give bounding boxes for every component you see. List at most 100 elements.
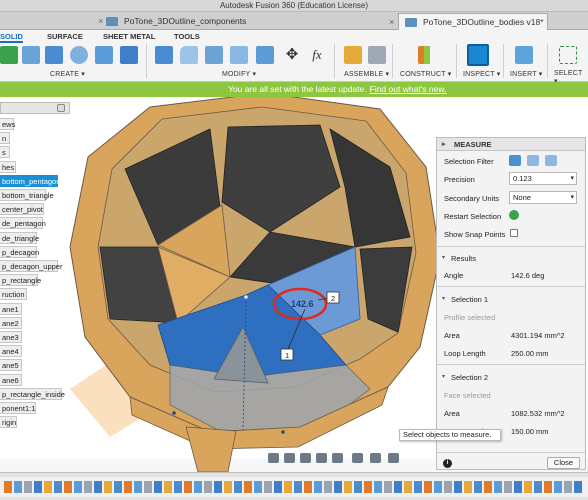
timeline-feature-icon[interactable] — [44, 481, 52, 493]
timeline-feature-icon[interactable] — [454, 481, 462, 493]
timeline-feature-icon[interactable] — [364, 481, 372, 493]
browser-item[interactable]: rigin — [0, 416, 17, 429]
timeline-feature-icon[interactable] — [214, 481, 222, 493]
look-at-icon[interactable] — [284, 453, 295, 463]
create-sketch-icon[interactable] — [22, 46, 40, 64]
timeline-feature-icon[interactable] — [104, 481, 112, 493]
browser-item[interactable]: de_pentagon — [0, 217, 46, 230]
timeline-feature-icon[interactable] — [484, 481, 492, 493]
selection-2-section[interactable]: ▾ Selection 2 — [442, 373, 488, 382]
timeline-feature-icon[interactable] — [424, 481, 432, 493]
shell-icon[interactable] — [230, 46, 248, 64]
timeline-feature-icon[interactable] — [294, 481, 302, 493]
timeline-feature-icon[interactable] — [54, 481, 62, 493]
timeline-feature-icon[interactable] — [154, 481, 162, 493]
browser-item[interactable]: p_rectangle — [0, 274, 41, 287]
tab-tools[interactable]: TOOLS — [174, 32, 200, 41]
timeline-feature-icon[interactable] — [284, 481, 292, 493]
browser-item[interactable]: ane1 — [0, 302, 22, 315]
select-icon[interactable] — [559, 46, 577, 64]
combine-icon[interactable] — [256, 46, 274, 64]
timeline-feature-icon[interactable] — [384, 481, 392, 493]
browser-item[interactable]: ane5 — [0, 359, 22, 372]
tab-sheet-metal[interactable]: SHEET METAL — [103, 32, 155, 41]
timeline-feature-icon[interactable] — [34, 481, 42, 493]
timeline-feature-icon[interactable] — [304, 481, 312, 493]
as-built-joint-icon[interactable] — [368, 46, 386, 64]
timeline-feature-icon[interactable] — [254, 481, 262, 493]
timeline-feature-icon[interactable] — [354, 481, 362, 493]
browser-item[interactable]: ruction — [0, 288, 27, 301]
viewports-icon[interactable] — [388, 453, 399, 463]
timeline-feature-icon[interactable] — [274, 481, 282, 493]
tab-surface[interactable]: SURFACE — [47, 32, 83, 41]
timeline-feature-icon[interactable] — [464, 481, 472, 493]
insert-menu[interactable]: INSERT ▾ — [510, 70, 542, 78]
timeline-feature-icon[interactable] — [344, 481, 352, 493]
timeline-feature-icon[interactable] — [574, 481, 582, 493]
timeline-feature-icon[interactable] — [134, 481, 142, 493]
zoom-icon[interactable] — [316, 453, 327, 463]
browser-item[interactable]: center_pivot — [0, 203, 44, 216]
inspect-menu[interactable]: INSPECT ▾ — [463, 70, 500, 78]
close-button[interactable]: Close — [547, 457, 580, 469]
grid-icon[interactable] — [370, 453, 381, 463]
timeline-feature-icon[interactable] — [314, 481, 322, 493]
document-tab-components[interactable]: × PoTone_3DOutline_components v5* — [98, 13, 246, 43]
timeline-feature-icon[interactable] — [84, 481, 92, 493]
collapse-icon[interactable]: ▸ — [442, 138, 446, 151]
browser-item[interactable]: ews — [0, 118, 15, 130]
timeline-feature-icon[interactable] — [224, 481, 232, 493]
timeline-feature-icon[interactable] — [324, 481, 332, 493]
timeline-feature-icon[interactable] — [164, 481, 172, 493]
selection-1-section[interactable]: ▾ Selection 1 — [442, 295, 488, 304]
timeline-feature-icon[interactable] — [234, 481, 242, 493]
browser-item[interactable]: p_decagon — [0, 245, 39, 258]
filter-edge-icon[interactable] — [545, 155, 557, 166]
browser-item[interactable]: ane2 — [0, 316, 22, 329]
browser-item[interactable]: n — [0, 132, 10, 145]
results-section[interactable]: ▾ Results — [442, 254, 476, 263]
timeline-feature-icon[interactable] — [174, 481, 182, 493]
timeline-feature-icon[interactable] — [64, 481, 72, 493]
precision-select[interactable]: 0.123 ▾ — [509, 172, 577, 185]
modify-menu[interactable]: MODIFY ▾ — [222, 70, 256, 78]
browser-item[interactable]: bottom_pentagon — [0, 174, 60, 187]
parameters-icon[interactable]: fx — [308, 46, 326, 64]
timeline-feature-icon[interactable] — [4, 481, 12, 493]
insert-image-icon[interactable] — [515, 46, 533, 64]
timeline-feature-icon[interactable] — [504, 481, 512, 493]
hole-icon[interactable] — [120, 46, 138, 64]
extrude-icon[interactable] — [45, 46, 63, 64]
timeline-feature-icon[interactable] — [534, 481, 542, 493]
move-icon[interactable]: ✥ — [283, 46, 301, 64]
timeline-feature-icon[interactable] — [144, 481, 152, 493]
timeline-feature-icon[interactable] — [124, 481, 132, 493]
display-settings-icon[interactable] — [352, 453, 363, 463]
timeline-feature-icon[interactable] — [554, 481, 562, 493]
browser-item[interactable]: p_rectangle_inside — [0, 387, 65, 400]
timeline-feature-icon[interactable] — [244, 481, 252, 493]
press-pull-icon[interactable] — [155, 46, 173, 64]
timeline-feature-icon[interactable] — [114, 481, 122, 493]
timeline-feature-icon[interactable] — [544, 481, 552, 493]
filter-body-icon[interactable] — [509, 155, 521, 166]
browser-item[interactable]: de_triangle — [0, 231, 39, 244]
browser-item[interactable]: ane6 — [0, 373, 22, 386]
new-joint-icon[interactable] — [344, 46, 362, 64]
timeline-feature-icon[interactable] — [394, 481, 402, 493]
fillet-icon[interactable] — [180, 46, 198, 64]
timeline-feature-icon[interactable] — [184, 481, 192, 493]
show-snap-points-checkbox[interactable] — [510, 229, 518, 237]
timeline-feature-icon[interactable] — [414, 481, 422, 493]
timeline-feature-icon[interactable] — [334, 481, 342, 493]
assemble-menu[interactable]: ASSEMBLE ▾ — [344, 70, 389, 78]
timeline-feature-icon[interactable] — [194, 481, 202, 493]
info-icon[interactable]: i — [443, 459, 452, 468]
timeline-feature-icon[interactable] — [264, 481, 272, 493]
browser-item[interactable]: ane4 — [0, 345, 22, 358]
timeline-feature-icon[interactable] — [444, 481, 452, 493]
timeline-feature-icon[interactable] — [374, 481, 382, 493]
browser-item[interactable]: p_decagon_upper — [0, 260, 62, 272]
timeline-feature-icon[interactable] — [474, 481, 482, 493]
